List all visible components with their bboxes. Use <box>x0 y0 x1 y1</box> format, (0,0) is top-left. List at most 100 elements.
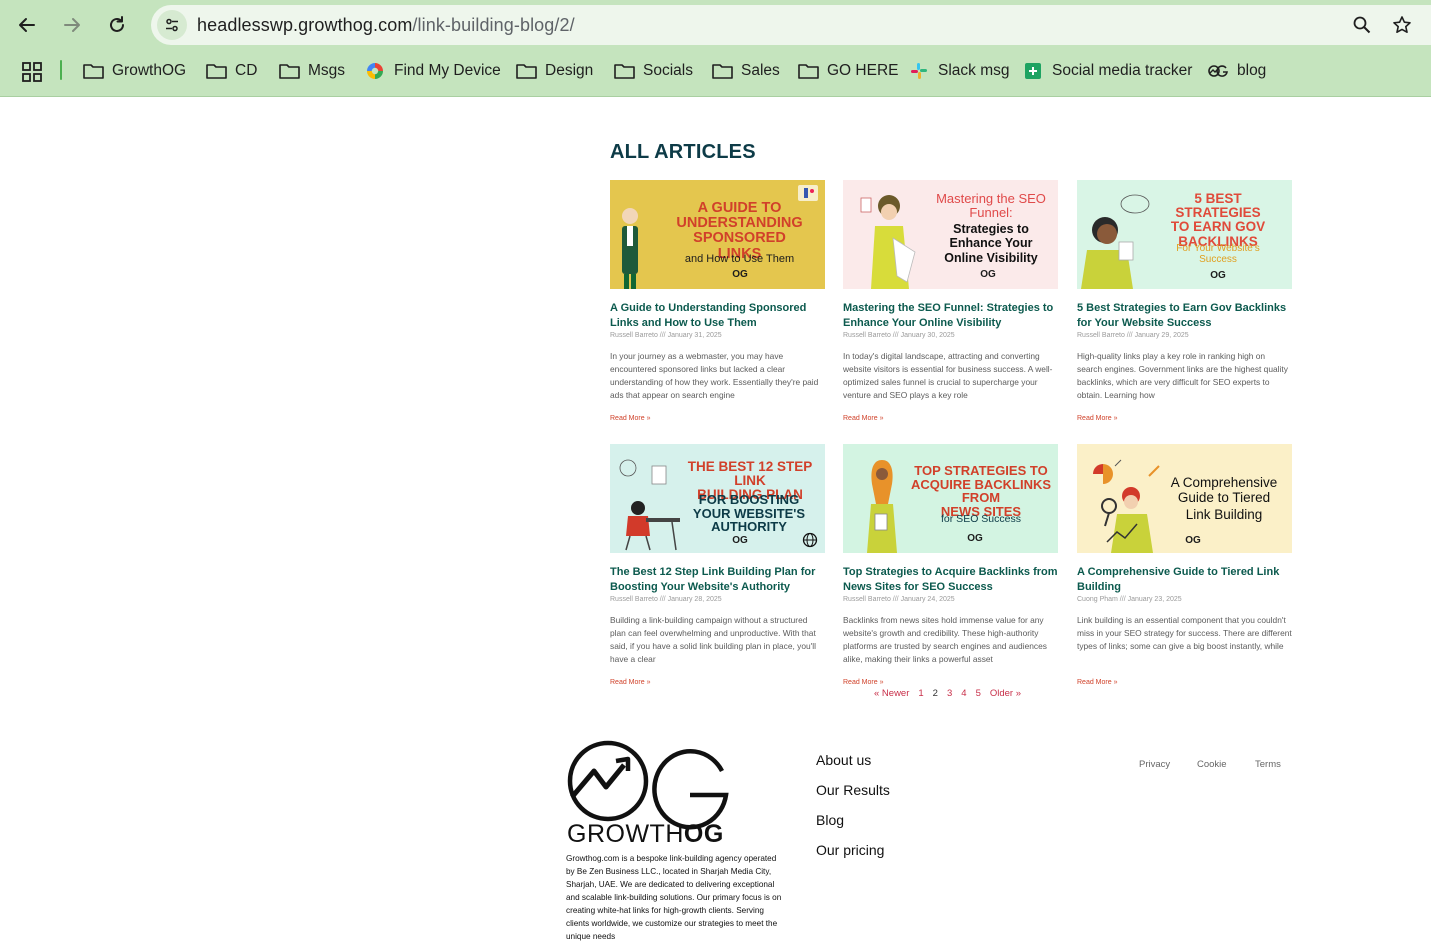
article-title-link[interactable]: Top Strategies to Acquire Backlinks from… <box>843 565 1058 595</box>
businessman-illustration-icon <box>622 208 638 289</box>
pagination-page-1[interactable]: 1 <box>918 688 923 699</box>
thumb-line: UNDERSTANDING <box>676 215 803 232</box>
bookmark-design[interactable]: Design <box>515 56 593 86</box>
footer-link-about-us[interactable]: About us <box>816 752 871 768</box>
footer-link-our-pricing[interactable]: Our pricing <box>816 842 884 858</box>
thumbnail-brand-mark: OG <box>732 269 748 280</box>
logo-wordmark-prefix: GROWTH <box>567 820 684 848</box>
bookmark-label: CD <box>235 62 258 79</box>
bookmark-find-my-device[interactable]: Find My Device <box>364 56 501 86</box>
read-more-link[interactable]: Read More » <box>1077 415 1292 422</box>
article-thumbnail[interactable]: 5 BEST STRATEGIES TO EARN GOV BACKLINKS … <box>1077 180 1292 289</box>
bookmark-label: Design <box>545 62 594 79</box>
bookmark-blog[interactable]: blog <box>1207 56 1266 86</box>
article-meta: Russell Barreto /// January 28, 2025 <box>610 596 722 603</box>
bookmark-label: Msgs <box>308 62 346 79</box>
back-button[interactable] <box>12 10 42 40</box>
pagination-page-5[interactable]: 5 <box>976 688 981 699</box>
forward-button[interactable] <box>57 10 87 40</box>
zoom-button[interactable] <box>1350 13 1374 37</box>
thumbnail-subtitle: for SEO Success <box>941 513 1021 525</box>
thumb-line: 5 BEST STRATEGIES <box>1175 191 1261 221</box>
article-title-link[interactable]: 5 Best Strategies to Earn Gov Backlinks … <box>1077 301 1292 331</box>
pagination-page-4[interactable]: 4 <box>961 688 966 699</box>
bookmark-label: GO HERE <box>827 62 899 79</box>
bookmark-social-media-tracker[interactable]: Social media tracker <box>1022 56 1192 86</box>
thumb-line: Funnel: <box>969 204 1013 220</box>
bookmark-cd[interactable]: CD <box>205 56 257 86</box>
folder-icon <box>82 62 104 80</box>
article-thumbnail[interactable]: TOP STRATEGIES TO ACQUIRE BACKLINKS FROM… <box>843 444 1058 553</box>
bookmark-star-button[interactable] <box>1390 13 1414 37</box>
address-bar[interactable]: headlesswp.growthog.com/link-building-bl… <box>151 5 1431 45</box>
folder-icon <box>515 62 537 80</box>
article-title-link[interactable]: A Guide to Understanding Sponsored Links… <box>610 301 825 331</box>
thumbnail-subtitle: Strategies to Enhance Your Online Visibi… <box>944 222 1038 265</box>
pagination: « Newer 1 2 3 4 5 Older » <box>874 688 1021 699</box>
thumb-line: A Comprehensive <box>1170 475 1278 490</box>
read-more-link[interactable]: Read More » <box>843 679 1058 686</box>
researcher-with-magnifier-illustration-icon <box>1093 459 1160 553</box>
bookmark-msgs[interactable]: Msgs <box>278 56 345 86</box>
article-thumbnail[interactable]: A GUIDE TO UNDERSTANDING SPONSORED LINKS… <box>610 180 825 289</box>
read-more-link[interactable]: Read More » <box>1077 679 1292 686</box>
bookmark-socials[interactable]: Socials <box>613 56 693 86</box>
article-title-link[interactable]: Mastering the SEO Funnel: Strategies to … <box>843 301 1058 331</box>
bookmark-go-here[interactable]: GO HERE <box>797 56 898 86</box>
article-thumbnail[interactable]: THE BEST 12 STEP LINK BUILDING PLAN FOR … <box>610 444 825 553</box>
footer-link-cookie[interactable]: Cookie <box>1197 759 1227 770</box>
article-thumbnail[interactable]: Mastering the SEO Funnel: Strategies to … <box>843 180 1058 289</box>
bookmarks-bar: GrowthOG CD Msgs Find My Device Design S… <box>0 56 1431 86</box>
article-meta: Russell Barreto /// January 24, 2025 <box>843 596 955 603</box>
read-more-link[interactable]: Read More » <box>610 679 825 686</box>
growthog-logo-icon <box>1207 62 1229 80</box>
thumbnail-brand-mark: OG <box>980 269 996 280</box>
article-meta: Russell Barreto /// January 30, 2025 <box>843 332 955 339</box>
logo-wordmark-suffix: OG <box>683 820 724 848</box>
site-info-button[interactable] <box>157 10 187 40</box>
thumbnail-headline: A Comprehensive Guide to Tiered <box>1159 475 1289 506</box>
forward-arrow-icon <box>64 18 80 32</box>
bookmark-sales[interactable]: Sales <box>711 56 780 86</box>
url-text[interactable]: headlesswp.growthog.com/link-building-bl… <box>197 15 575 36</box>
footer-link-terms[interactable]: Terms <box>1255 759 1281 770</box>
read-more-link[interactable]: Read More » <box>843 415 1058 422</box>
reload-button[interactable] <box>102 10 132 40</box>
pagination-page-3[interactable]: 3 <box>947 688 952 699</box>
footer-link-blog[interactable]: Blog <box>816 812 844 828</box>
bookmark-slack-msg[interactable]: Slack msg <box>908 56 1010 86</box>
bookmark-growthog[interactable]: GrowthOG <box>82 56 186 86</box>
apps-grid-icon[interactable] <box>22 62 42 82</box>
url-host: headlesswp.growthog.com <box>197 15 413 35</box>
folder-icon <box>278 62 300 80</box>
thumb-line: Guide to Tiered <box>1177 489 1271 505</box>
bookmark-label: Find My Device <box>394 62 501 79</box>
folder-icon <box>797 62 819 80</box>
footer-link-privacy[interactable]: Privacy <box>1139 759 1170 770</box>
person-at-desk-illustration-icon <box>619 459 680 551</box>
article-meta: Cuong Pham /// January 23, 2025 <box>1077 596 1182 603</box>
pagination-current-page: 2 <box>932 688 938 699</box>
pagination-older-link[interactable]: Older » <box>990 688 1021 699</box>
article-thumbnail[interactable]: A Comprehensive Guide to Tiered Link Bui… <box>1077 444 1292 553</box>
article-excerpt: Backlinks from news sites hold immense v… <box>843 615 1047 664</box>
article-card: 5 BEST STRATEGIES TO EARN GOV BACKLINKS … <box>1077 180 1292 422</box>
article-title-link[interactable]: The Best 12 Step Link Building Plan for … <box>610 565 825 595</box>
article-excerpt: Building a link-building campaign withou… <box>610 615 816 664</box>
bookmarks-separator <box>60 60 62 80</box>
pagination-newer-link[interactable]: « Newer <box>874 688 909 699</box>
footer-link-our-results[interactable]: Our Results <box>816 782 890 798</box>
folder-icon <box>205 62 227 80</box>
find-my-device-icon <box>364 62 386 80</box>
back-arrow-icon <box>19 18 35 32</box>
tune-icon <box>166 18 178 32</box>
thumbnail-headline: 5 BEST STRATEGIES TO EARN GOV BACKLINKS <box>1155 191 1281 249</box>
thumbnail-brand-mark: OG <box>967 533 983 544</box>
thumb-line: TOP STRATEGIES TO <box>914 463 1048 478</box>
footer-about-text: Growthog.com is a bespoke link-building … <box>566 854 782 941</box>
read-more-link[interactable]: Read More » <box>610 415 825 422</box>
article-meta: Russell Barreto /// January 31, 2025 <box>610 332 722 339</box>
thumb-line: Mastering the SEO <box>936 191 1046 206</box>
article-title-link[interactable]: A Comprehensive Guide to Tiered Link Bui… <box>1077 565 1292 595</box>
thumb-line: THE BEST 12 STEP LINK <box>687 459 813 489</box>
